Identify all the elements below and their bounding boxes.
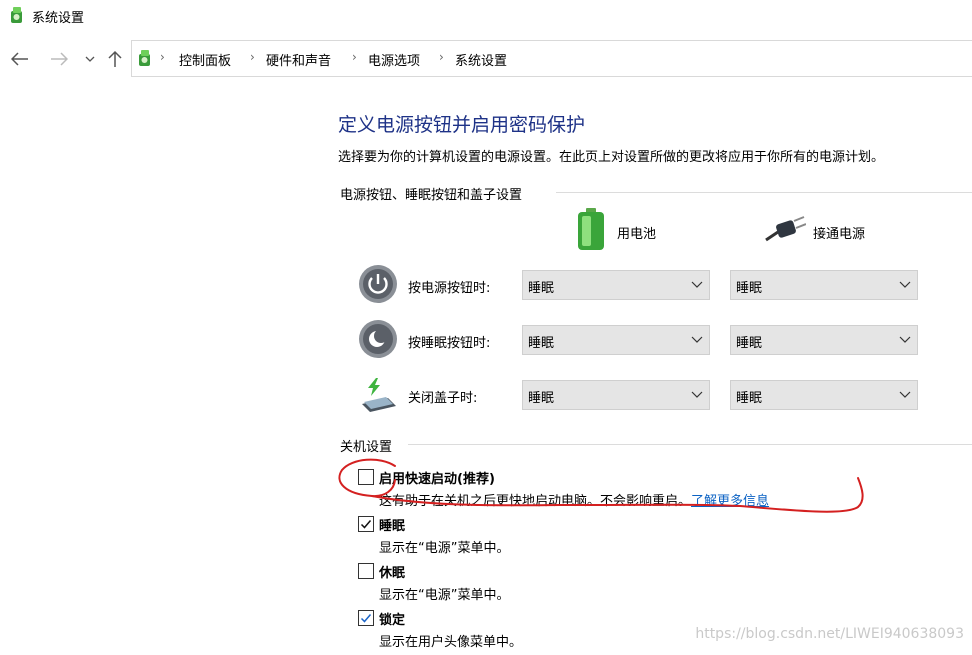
sleep-button-icon [359,320,397,358]
power-button-label: 按电源按钮时: [408,281,491,296]
lock-checkbox[interactable] [358,610,374,626]
breadcrumb-hardware-sound[interactable]: 硬件和声音 [266,50,331,69]
fast-startup-checkbox[interactable] [358,469,374,485]
breadcrumb-power-options[interactable]: 电源选项 [368,50,420,69]
control-panel-icon [139,50,150,66]
breadcrumb-separator-icon: › [352,50,357,64]
forward-arrow-icon[interactable] [48,48,70,70]
breadcrumb-separator-icon: › [439,50,444,64]
sleep-checkbox[interactable] [358,516,374,532]
control-panel-icon [11,7,22,23]
power-button-plugged-select[interactable]: 睡眠 [730,270,918,300]
back-arrow-icon[interactable] [9,48,31,70]
chevron-down-icon [691,336,703,343]
power-button-icon [359,265,397,303]
shutdown-group-header: 关机设置 [340,440,393,455]
chevron-down-icon [691,391,703,398]
lid-close-battery-select[interactable]: 睡眠 [522,380,710,410]
group-divider [408,444,972,445]
sleep-button-battery-select[interactable]: 睡眠 [522,325,710,355]
chevron-down-icon [691,281,703,288]
chevron-down-icon[interactable] [79,48,101,70]
group-divider [556,192,972,193]
chevron-down-icon [899,336,911,343]
navigation-bar: › 控制面板 › 硬件和声音 › 电源选项 › 系统设置 [0,40,972,78]
sleep-button-label: 按睡眠按钮时: [408,336,491,351]
lid-close-label: 关闭盖子时: [408,391,478,406]
breadcrumb-separator-icon: › [160,50,165,64]
page-description: 选择要为你的计算机设置的电源设置。在此页上对设置所做的更改将应用于你所有的电源计… [338,150,885,165]
checkmark-icon [360,520,372,529]
lid-close-plugged-select[interactable]: 睡眠 [730,380,918,410]
hibernate-option-label[interactable]: 休眠 [379,562,405,581]
checkmark-icon [360,614,372,623]
title-bar: 系统设置 [0,0,972,32]
chevron-down-icon [899,281,911,288]
breadcrumb-system-settings[interactable]: 系统设置 [455,50,507,69]
power-button-battery-select[interactable]: 睡眠 [522,270,710,300]
window-title: 系统设置 [32,11,85,26]
fast-startup-label[interactable]: 启用快速启动(推荐) [379,468,495,487]
fast-startup-description: 这有助于在关机之后更快地启动电脑。不会影响重启。了解更多信息 [379,490,769,509]
sleep-button-plugged-select[interactable]: 睡眠 [730,325,918,355]
fast-startup-description-text: 这有助于在关机之后更快地启动电脑。不会影响重启。 [379,494,692,509]
breadcrumb-separator-icon: › [250,50,255,64]
breadcrumb-control-panel[interactable]: 控制面板 [179,50,231,69]
page-title: 定义电源按钮并启用密码保护 [338,114,586,136]
up-arrow-icon[interactable] [104,48,126,70]
hibernate-checkbox[interactable] [358,563,374,579]
battery-icon [578,208,604,250]
buttons-group-header: 电源按钮、睡眠按钮和盖子设置 [340,188,523,203]
sleep-option-label[interactable]: 睡眠 [379,515,405,534]
learn-more-link[interactable]: 了解更多信息 [691,494,769,509]
battery-column-label: 用电池 [617,227,657,242]
plugged-column-label: 接通电源 [813,227,866,242]
power-plug-icon [765,216,806,242]
watermark: https://blog.csdn.net/LIWEI940638093 [695,626,964,642]
lock-option-description: 显示在用户头像菜单中。 [379,635,523,650]
lock-option-label[interactable]: 锁定 [379,609,405,628]
sleep-option-description: 显示在“电源”菜单中。 [379,541,510,556]
laptop-lid-icon [362,378,396,412]
address-bar[interactable]: › 控制面板 › 硬件和声音 › 电源选项 › 系统设置 [131,40,972,77]
hibernate-option-description: 显示在“电源”菜单中。 [379,588,510,603]
chevron-down-icon [899,391,911,398]
